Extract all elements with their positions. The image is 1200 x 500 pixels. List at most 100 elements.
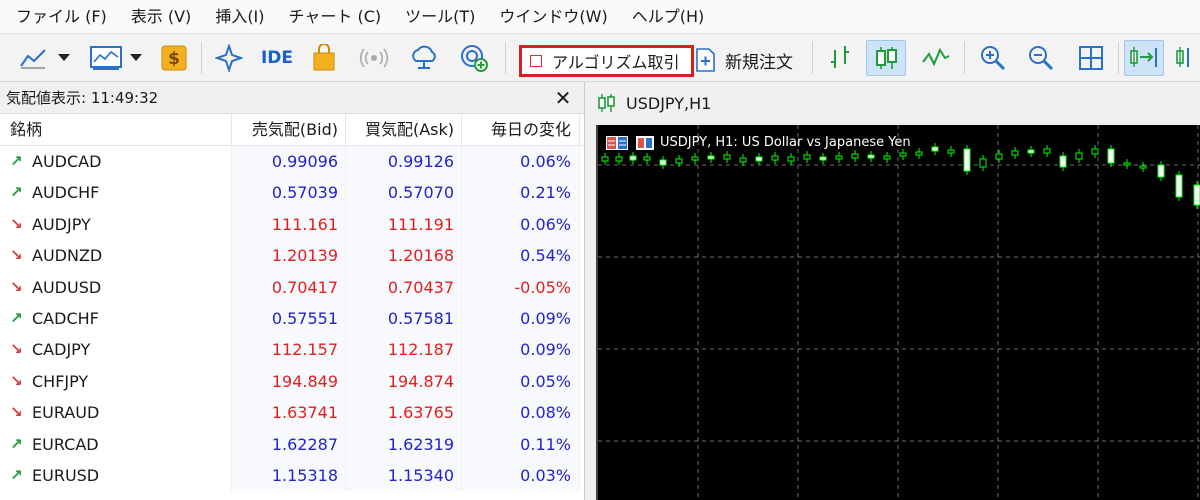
ask-cell: 0.57581 xyxy=(346,302,462,335)
table-row[interactable]: ↘ EURAUD 1.63741 1.63765 0.08% xyxy=(0,397,584,429)
candle-body xyxy=(979,158,987,168)
market-bag-icon[interactable] xyxy=(308,40,340,76)
arrow-up-right-icon: ↗ xyxy=(10,152,23,170)
one-click-trading-icon[interactable] xyxy=(606,135,628,150)
symbol-name: EURAUD xyxy=(32,403,100,423)
symbol-name: AUDUSD xyxy=(32,277,102,297)
tile-windows-icon[interactable] xyxy=(1072,40,1110,76)
dollar-icon[interactable]: $ xyxy=(158,40,190,76)
table-row[interactable]: ↗ AUDCAD 0.99096 0.99126 0.06% xyxy=(0,146,584,178)
candle-body xyxy=(1193,184,1200,206)
chart-area[interactable]: USDJPY, H1: US Dollar vs Japanese Yen xyxy=(596,125,1200,500)
menu-file[interactable]: ファイル (F) xyxy=(0,0,119,34)
daily-change-cell: 0.21% xyxy=(462,177,580,209)
bid-cell: 1.62287 xyxy=(232,428,346,460)
algo-trading-button[interactable]: アルゴリズム取引 xyxy=(519,45,694,77)
candle-body xyxy=(615,156,623,162)
ide-button[interactable]: IDE xyxy=(258,40,296,76)
candle-body xyxy=(755,156,763,162)
candle-body xyxy=(835,155,843,160)
profiles-icon[interactable] xyxy=(86,40,126,76)
bid-cell: 1.15318 xyxy=(232,459,346,492)
vps-add-icon[interactable] xyxy=(456,40,492,76)
chart-title-text: USDJPY, H1: US Dollar vs Japanese Yen xyxy=(660,135,911,150)
chevron-down-icon[interactable] xyxy=(54,40,74,76)
market-watch-header: 銘柄 売気配(Bid) 買気配(Ask) 毎日の変化 xyxy=(0,113,584,146)
ask-cell: 0.70437 xyxy=(346,271,462,303)
chart-grid xyxy=(598,125,1200,500)
bar-chart-icon[interactable] xyxy=(822,40,858,76)
candlestick-icon[interactable] xyxy=(866,40,906,76)
ea-icon[interactable] xyxy=(636,135,654,150)
symbol-name: AUDJPY xyxy=(32,214,91,234)
table-row[interactable]: ↗ EURCAD 1.62287 1.62319 0.11% xyxy=(0,428,584,460)
symbol-cell: ↘ CADJPY xyxy=(0,334,232,366)
table-row[interactable]: ↗ EURUSD 1.15318 1.15340 0.03% xyxy=(0,459,584,492)
chart-tab[interactable]: USDJPY,H1 xyxy=(596,88,711,118)
table-row[interactable]: ↘ AUDUSD 0.70417 0.70437 -0.05% xyxy=(0,271,584,303)
autoscroll-icon[interactable] xyxy=(1124,40,1164,76)
daily-change-cell: 0.06% xyxy=(462,146,580,178)
arrow-down-right-icon: ↘ xyxy=(10,403,23,422)
symbol-cell: ↘ AUDUSD xyxy=(0,271,232,303)
candles xyxy=(601,143,1200,209)
column-symbol[interactable]: 銘柄 xyxy=(0,113,232,146)
symbol-name: CHFJPY xyxy=(32,371,89,391)
ask-cell: 194.874 xyxy=(346,365,462,398)
chevron-down-icon[interactable] xyxy=(126,40,146,76)
close-icon[interactable]: ✕ xyxy=(552,86,574,110)
bid-cell: 1.63741 xyxy=(232,397,346,429)
candle-body xyxy=(1139,165,1147,169)
candle-body xyxy=(803,154,811,160)
candle-body xyxy=(601,156,609,162)
candle-body xyxy=(771,155,779,161)
zoom-in-icon[interactable] xyxy=(974,40,1012,76)
candle-body xyxy=(707,155,715,160)
table-row[interactable]: ↘ AUDNZD 1.20139 1.20168 0.54% xyxy=(0,240,584,272)
arrow-up-right-icon: ↗ xyxy=(10,465,23,484)
table-row[interactable]: ↗ AUDCHF 0.57039 0.57070 0.21% xyxy=(0,177,584,209)
symbol-cell: ↘ AUDNZD xyxy=(0,240,232,272)
menu-insert[interactable]: 挿入(I) xyxy=(203,0,276,34)
symbol-name: AUDCHF xyxy=(32,183,100,203)
candle-body xyxy=(659,159,667,166)
menu-tools[interactable]: ツール(T) xyxy=(393,0,487,34)
menu-window[interactable]: ウインドウ(W) xyxy=(487,0,619,34)
menu-charts[interactable]: チャート (C) xyxy=(277,0,394,34)
table-row[interactable]: ↘ CHFJPY 194.849 194.874 0.05% xyxy=(0,365,584,398)
candle-body xyxy=(691,156,699,161)
column-ask[interactable]: 買気配(Ask) xyxy=(346,113,462,146)
arrow-down-right-icon: ↘ xyxy=(10,340,23,359)
daily-change-cell: 0.06% xyxy=(462,208,580,241)
candle-body xyxy=(995,153,1003,160)
menu-view[interactable]: 表示 (V) xyxy=(119,0,204,34)
algo-trading-status-icon xyxy=(530,55,542,67)
daily-change-cell: -0.05% xyxy=(462,271,580,303)
line-chart-icon[interactable] xyxy=(916,40,956,76)
bid-cell: 0.70417 xyxy=(232,271,346,303)
arrow-down-right-icon: ↘ xyxy=(10,246,23,265)
zoom-out-icon[interactable] xyxy=(1022,40,1060,76)
column-bid[interactable]: 売気配(Bid) xyxy=(232,113,346,146)
new-chart-icon[interactable] xyxy=(16,40,50,76)
market-watch-rows: ↗ AUDCAD 0.99096 0.99126 0.06% ↗ AUDCHF 0.57039… xyxy=(0,146,584,492)
candle-body xyxy=(1027,149,1035,154)
symbol-cell: ↘ CHFJPY xyxy=(0,365,232,398)
ask-cell: 111.191 xyxy=(346,208,462,241)
menu-bar: ファイル (F) 表示 (V) 挿入(I) チャート (C) ツール(T) ウイ… xyxy=(0,0,1200,34)
table-row[interactable]: ↘ AUDJPY 111.161 111.191 0.06% xyxy=(0,208,584,241)
table-row[interactable]: ↘ CADJPY 112.157 112.187 0.09% xyxy=(0,334,584,366)
cloud-icon[interactable] xyxy=(406,40,442,76)
arrow-up-right-icon: ↗ xyxy=(10,183,23,202)
arrow-up-right-icon: ↗ xyxy=(10,434,23,453)
symbol-name: AUDCAD xyxy=(32,152,102,171)
bid-cell: 112.157 xyxy=(232,334,346,366)
menu-help[interactable]: ヘルプ(H) xyxy=(620,0,717,34)
signal-icon[interactable] xyxy=(356,40,392,76)
chart-shift-icon[interactable] xyxy=(1172,40,1200,76)
column-daily-change[interactable]: 毎日の変化 xyxy=(462,113,580,146)
new-order-button[interactable]: 新規注文 xyxy=(694,42,793,78)
sparkle-icon[interactable] xyxy=(212,40,246,76)
table-row[interactable]: ↗ CADCHF 0.57551 0.57581 0.09% xyxy=(0,302,584,335)
candle-body xyxy=(629,155,637,161)
